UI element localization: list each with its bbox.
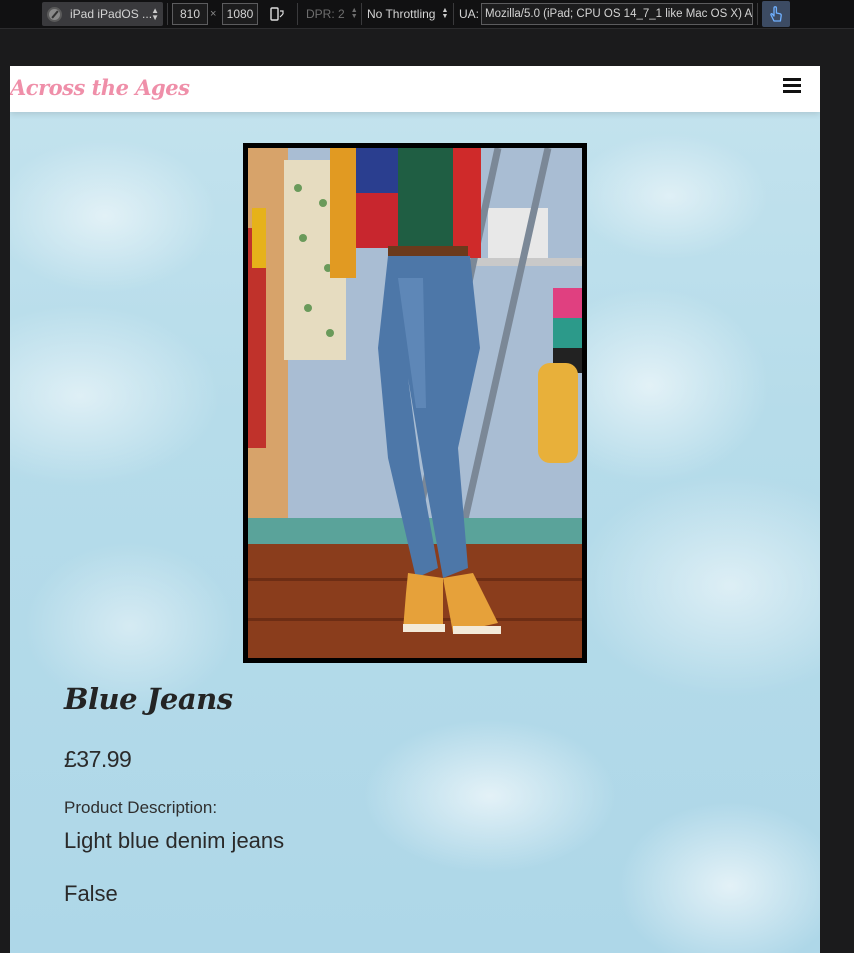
devtools-toolbar: iPad iPadOS ... ▲ ▼ 810 × 1080 DPR: 2 ▲ ▼ … bbox=[0, 0, 854, 29]
product-price: £37.99 bbox=[64, 746, 132, 772]
touch-simulation-icon[interactable] bbox=[762, 1, 790, 27]
product-image bbox=[243, 143, 587, 663]
product-title: Blue Jeans bbox=[64, 682, 233, 716]
product-description: Light blue denim jeans bbox=[64, 828, 285, 853]
divider bbox=[757, 3, 758, 25]
throttling-select[interactable]: No Throttling ▲ ▼ bbox=[367, 2, 449, 26]
select-arrows-icon: ▲ ▼ bbox=[441, 7, 449, 20]
divider bbox=[361, 3, 362, 25]
divider bbox=[297, 3, 298, 25]
brand-logo[interactable]: Across the Ages bbox=[10, 75, 190, 100]
device-icon bbox=[47, 6, 62, 22]
select-arrows-icon: ▲ ▼ bbox=[350, 7, 358, 20]
select-arrows-icon: ▲ ▼ bbox=[151, 6, 159, 22]
hamburger-menu-icon[interactable] bbox=[783, 78, 801, 94]
device-select[interactable]: iPad iPadOS ... ▲ ▼ bbox=[42, 2, 163, 26]
throttling-label: No Throttling bbox=[367, 7, 436, 21]
ua-label: UA: bbox=[459, 7, 480, 21]
rotate-icon[interactable] bbox=[268, 2, 286, 26]
description-label: Product Description: bbox=[64, 798, 218, 817]
dpr-select[interactable]: DPR: 2 ▲ ▼ bbox=[306, 2, 358, 26]
user-agent-input[interactable]: Mozilla/5.0 (iPad; CPU OS 14_7_1 like Ma… bbox=[481, 3, 753, 25]
divider bbox=[167, 3, 168, 25]
viewport-width-input[interactable]: 810 bbox=[172, 3, 208, 25]
dpr-label: DPR: 2 bbox=[306, 7, 345, 21]
navbar: Across the Ages bbox=[10, 66, 820, 112]
device-label: iPad iPadOS ... bbox=[70, 7, 153, 21]
viewport-height-input[interactable]: 1080 bbox=[222, 3, 258, 25]
stock-status: False bbox=[64, 881, 118, 906]
divider bbox=[453, 3, 454, 25]
dimension-separator: × bbox=[210, 8, 217, 20]
page-viewport: Across the Ages Blue Jeans £37.99 Produc… bbox=[10, 66, 820, 953]
